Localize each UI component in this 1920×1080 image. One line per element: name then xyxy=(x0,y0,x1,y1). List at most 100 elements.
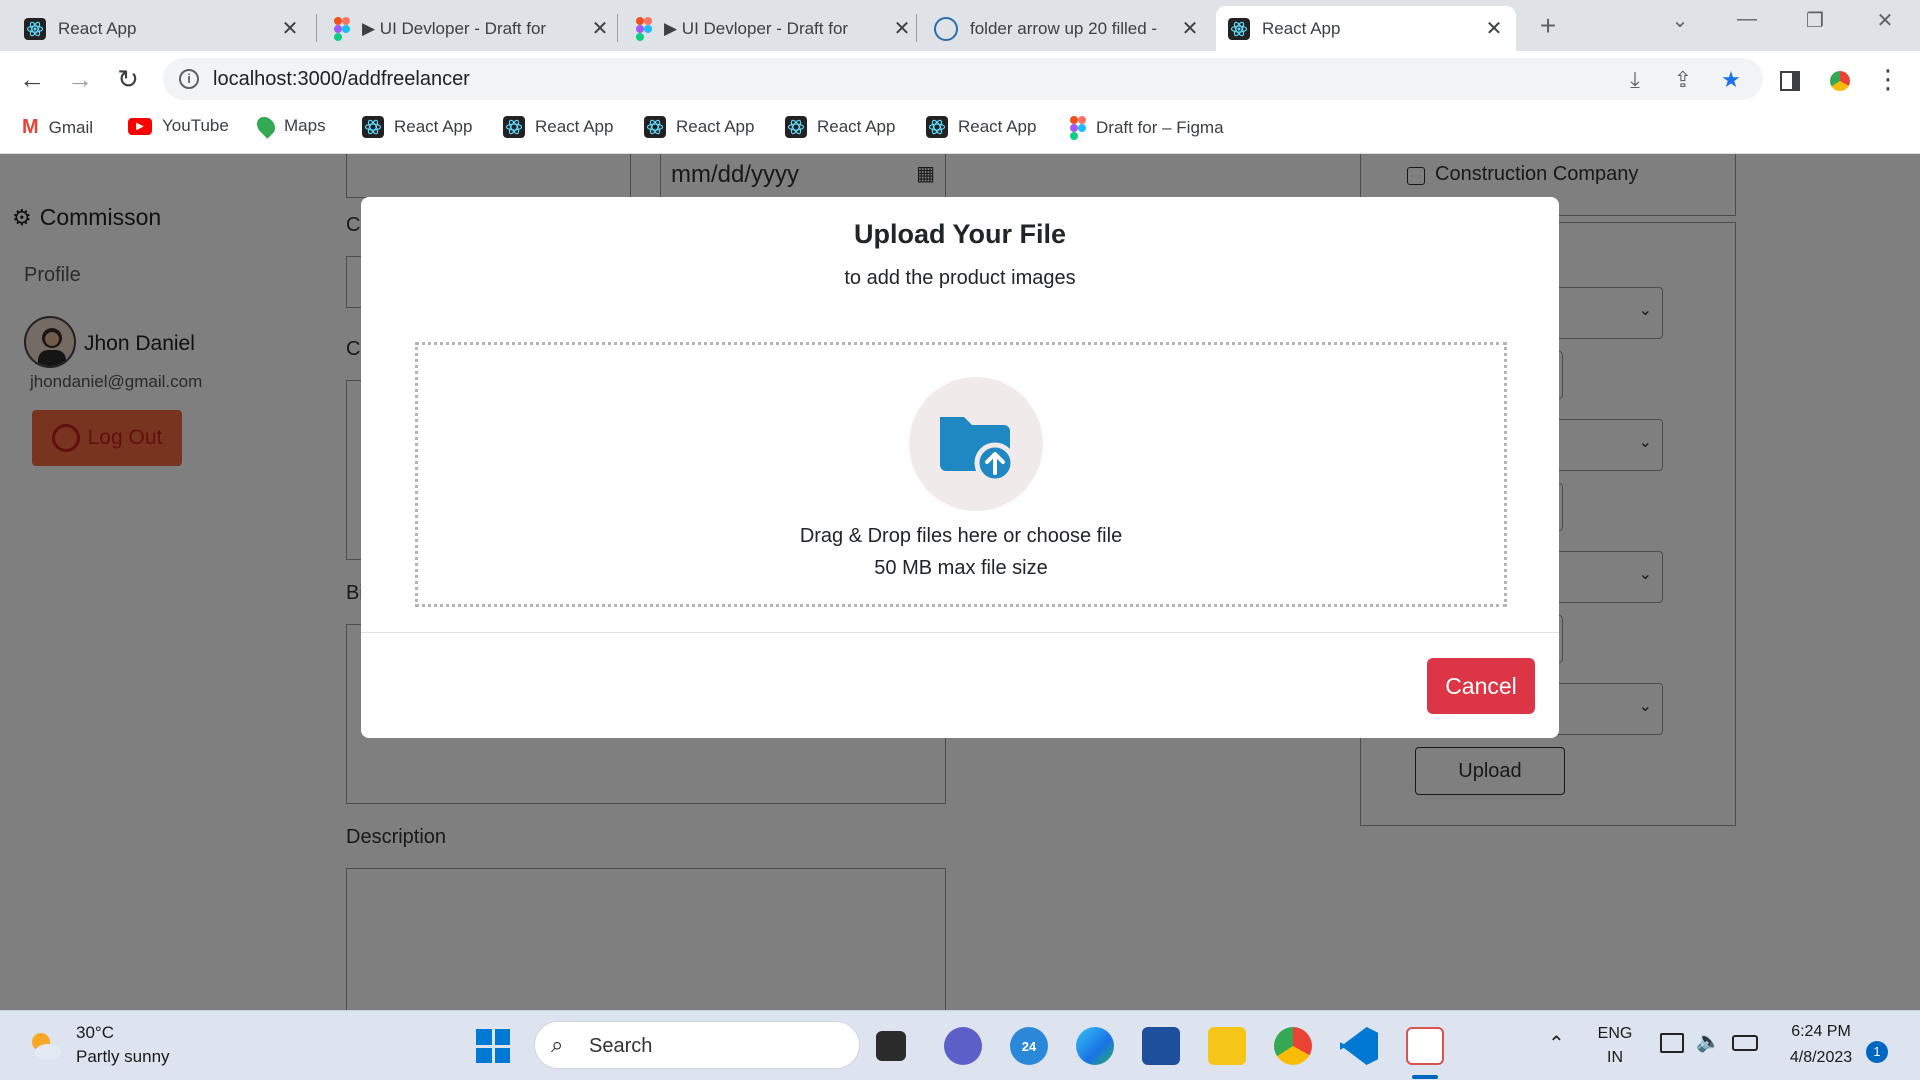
react-icon xyxy=(1228,17,1250,40)
folder-arrow-up-icon[interactable] xyxy=(909,377,1043,511)
taskbar-search[interactable]: ⌕ Search xyxy=(534,1021,860,1069)
address-bar[interactable]: i localhost:3000/addfreelancer ⤓ ⇪ ★ xyxy=(163,58,1763,100)
smiley-icon xyxy=(934,16,958,41)
edge-icon[interactable] xyxy=(1076,1027,1114,1065)
info-icon[interactable]: i xyxy=(179,69,199,89)
react-icon xyxy=(926,116,948,138)
back-arrow-icon[interactable]: ← xyxy=(14,61,50,97)
url-text[interactable]: localhost:3000/addfreelancer xyxy=(213,68,470,91)
language-region: IN xyxy=(1607,1049,1623,1066)
search-label: Search xyxy=(589,1035,653,1057)
bookmark-figma[interactable]: Draft for – Figma xyxy=(1070,116,1224,140)
clock-time[interactable]: 6:24 PM xyxy=(1776,1023,1866,1041)
forward-arrow-icon[interactable]: → xyxy=(62,61,98,97)
tab-title: folder arrow up 20 filled - xyxy=(970,18,1158,38)
react-icon xyxy=(644,116,666,138)
share-icon[interactable]: ⇪ xyxy=(1669,67,1697,93)
chevron-down-icon[interactable]: ⌄ xyxy=(1660,8,1700,33)
minimize-icon[interactable]: — xyxy=(1727,8,1767,31)
dropzone-instruction: Drag & Drop files here or choose file xyxy=(799,525,1123,547)
weather-temperature: 30°C xyxy=(76,1023,114,1042)
upload-modal: Upload Your File to add the product imag… xyxy=(361,197,1559,738)
modal-title: Upload Your File xyxy=(853,219,1067,249)
modal-subtitle: to add the product images xyxy=(844,267,1076,289)
star-icon[interactable]: ★ xyxy=(1717,67,1745,93)
bookmark-react-app[interactable]: React App xyxy=(503,116,613,138)
tab-separator xyxy=(617,14,618,42)
task-view-icon[interactable] xyxy=(876,1031,906,1061)
address-toolbar: ← → ↻ i localhost:3000/addfreelancer ⤓ ⇪… xyxy=(0,51,1920,106)
youtube-icon: ▶ xyxy=(128,117,152,135)
close-icon[interactable]: ✕ xyxy=(590,16,610,41)
bookmark-gmail[interactable]: M Gmail xyxy=(22,116,93,139)
figma-icon xyxy=(1070,116,1086,140)
close-icon[interactable]: ✕ xyxy=(280,16,300,41)
file-dropzone[interactable]: Drag & Drop files here or choose file 50… xyxy=(415,342,1507,607)
windows-taskbar: 30°C Partly sunny ⌕ Search 24 ⌃ ENG IN 🔈… xyxy=(0,1010,1920,1080)
network-icon[interactable] xyxy=(1660,1033,1684,1053)
bookmark-react-app[interactable]: React App xyxy=(362,116,472,138)
search-icon: ⌕ xyxy=(551,1032,564,1057)
close-window-icon[interactable]: ✕ xyxy=(1865,8,1905,33)
bookmarks-bar: M Gmail ▶ YouTube Maps React App React A… xyxy=(0,106,1920,154)
bookmark-react-app[interactable]: React App xyxy=(926,116,1036,138)
weather-description: Partly sunny xyxy=(76,1047,170,1066)
chevron-up-icon[interactable]: ⌃ xyxy=(1548,1031,1565,1056)
tab-separator xyxy=(316,14,317,42)
extension-icon[interactable] xyxy=(1822,61,1858,97)
dropzone-size-limit: 50 MB max file size xyxy=(874,557,1048,579)
chrome-icon[interactable] xyxy=(1274,1027,1312,1065)
tab-title: React App xyxy=(58,18,137,38)
new-tab-button[interactable]: + xyxy=(1528,10,1568,42)
windows-start-icon[interactable] xyxy=(476,1029,510,1063)
bookmark-react-app[interactable]: React App xyxy=(785,116,895,138)
menu-kebab-icon[interactable]: ⋮ xyxy=(1870,61,1906,97)
notification-badge[interactable]: 1 xyxy=(1866,1041,1888,1063)
react-icon xyxy=(362,116,384,138)
vscode-icon[interactable] xyxy=(1340,1027,1378,1065)
tab-figma-draft-1[interactable]: ▶ UI Devloper - Draft for ✕ xyxy=(322,6,622,51)
page-content: ⚙ Commisson Profile Jhon Daniel jhondani… xyxy=(0,154,1920,1010)
weather-icon[interactable] xyxy=(26,1027,64,1065)
figma-icon xyxy=(334,16,350,41)
tab-react-app-1[interactable]: React App ✕ xyxy=(12,6,312,51)
restore-icon[interactable]: ❐ xyxy=(1795,8,1835,33)
bookmark-youtube[interactable]: ▶ YouTube xyxy=(128,116,229,136)
close-icon[interactable]: ✕ xyxy=(1484,16,1504,41)
maps-pin-icon xyxy=(253,113,279,139)
notification-count: 1 xyxy=(1873,1044,1881,1059)
modal-divider xyxy=(361,632,1559,633)
battery-icon[interactable] xyxy=(1732,1035,1758,1051)
language-indicator[interactable]: ENG xyxy=(1594,1025,1636,1043)
active-app-indicator xyxy=(1412,1075,1438,1079)
figma-icon xyxy=(636,16,652,41)
tab-title: React App xyxy=(1262,18,1341,38)
volume-icon[interactable]: 🔈 xyxy=(1696,1029,1721,1054)
install-icon[interactable]: ⤓ xyxy=(1621,67,1649,93)
tab-separator xyxy=(916,14,917,42)
tab-title: ▶ UI Devloper - Draft for xyxy=(362,18,547,38)
react-icon xyxy=(785,116,807,138)
tab-fluent-icon[interactable]: folder arrow up 20 filled - ✕ xyxy=(922,6,1212,51)
bookmark-maps[interactable]: Maps xyxy=(253,113,326,139)
close-icon[interactable]: ✕ xyxy=(1180,16,1200,41)
tab-title: ▶ UI Devloper - Draft for xyxy=(664,18,849,38)
tab-figma-draft-2[interactable]: ▶ UI Devloper - Draft for ✕ xyxy=(624,6,924,51)
snipping-tool-icon[interactable] xyxy=(1406,1027,1444,1065)
gmail-icon: M xyxy=(22,116,39,138)
reload-icon[interactable]: ↻ xyxy=(110,61,146,97)
react-icon xyxy=(503,116,525,138)
tab-react-app-active[interactable]: React App ✕ xyxy=(1216,6,1516,51)
side-panel-icon[interactable] xyxy=(1772,61,1808,97)
store-icon[interactable] xyxy=(1142,1027,1180,1065)
bookmark-react-app[interactable]: React App xyxy=(644,116,754,138)
clock-date[interactable]: 4/8/2023 xyxy=(1776,1049,1866,1067)
calendar-badge: 24 xyxy=(1021,1038,1037,1054)
close-icon[interactable]: ✕ xyxy=(892,16,912,41)
calendar-app-icon[interactable]: 24 xyxy=(1010,1027,1048,1065)
react-icon xyxy=(24,17,46,40)
tab-strip: React App ✕ ▶ UI Devloper - Draft for ✕ … xyxy=(0,0,1920,51)
cancel-button[interactable]: Cancel xyxy=(1427,658,1535,714)
teams-chat-icon[interactable] xyxy=(944,1027,982,1065)
file-explorer-icon[interactable] xyxy=(1208,1027,1246,1065)
